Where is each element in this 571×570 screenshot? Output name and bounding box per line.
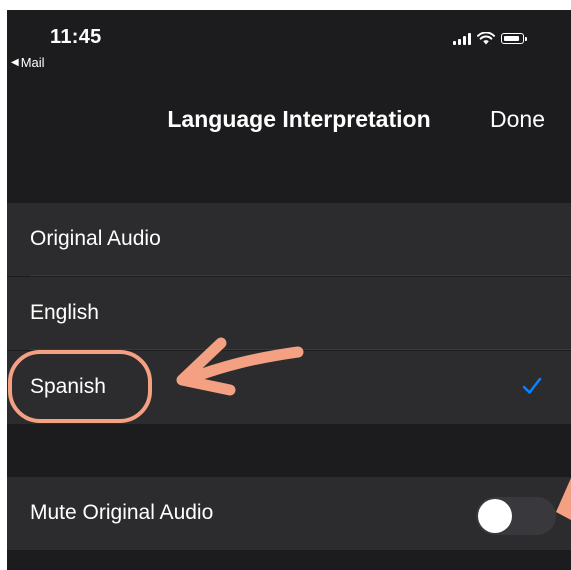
signal-icon xyxy=(453,32,471,45)
row-separator xyxy=(30,275,571,276)
phone-screen: 11:45 ◀ Mail Language Interpretation Don… xyxy=(7,10,571,570)
mute-label: Mute Original Audio xyxy=(30,501,214,524)
checkmark-icon xyxy=(522,377,542,394)
battery-icon xyxy=(501,33,527,44)
status-icons xyxy=(453,32,527,45)
language-option-label: English xyxy=(30,301,99,324)
language-option-label: Spanish xyxy=(30,375,106,398)
language-option-original-audio[interactable]: Original Audio xyxy=(7,203,571,276)
mute-original-audio-row: Mute Original Audio xyxy=(7,477,571,550)
status-time: 11:45 xyxy=(50,26,102,48)
wifi-icon xyxy=(477,32,495,45)
language-option-english[interactable]: English xyxy=(7,277,571,350)
back-to-mail-link[interactable]: ◀ Mail xyxy=(11,55,45,70)
language-option-label: Original Audio xyxy=(30,227,161,250)
page-title: Language Interpretation xyxy=(167,106,431,132)
done-button[interactable]: Done xyxy=(490,106,545,133)
toggle-knob xyxy=(478,499,512,533)
mute-original-audio-toggle[interactable] xyxy=(476,497,556,535)
back-triangle-icon: ◀ xyxy=(11,57,19,68)
language-option-spanish[interactable]: Spanish xyxy=(7,351,571,424)
row-separator xyxy=(30,349,571,350)
back-label: Mail xyxy=(20,55,45,70)
